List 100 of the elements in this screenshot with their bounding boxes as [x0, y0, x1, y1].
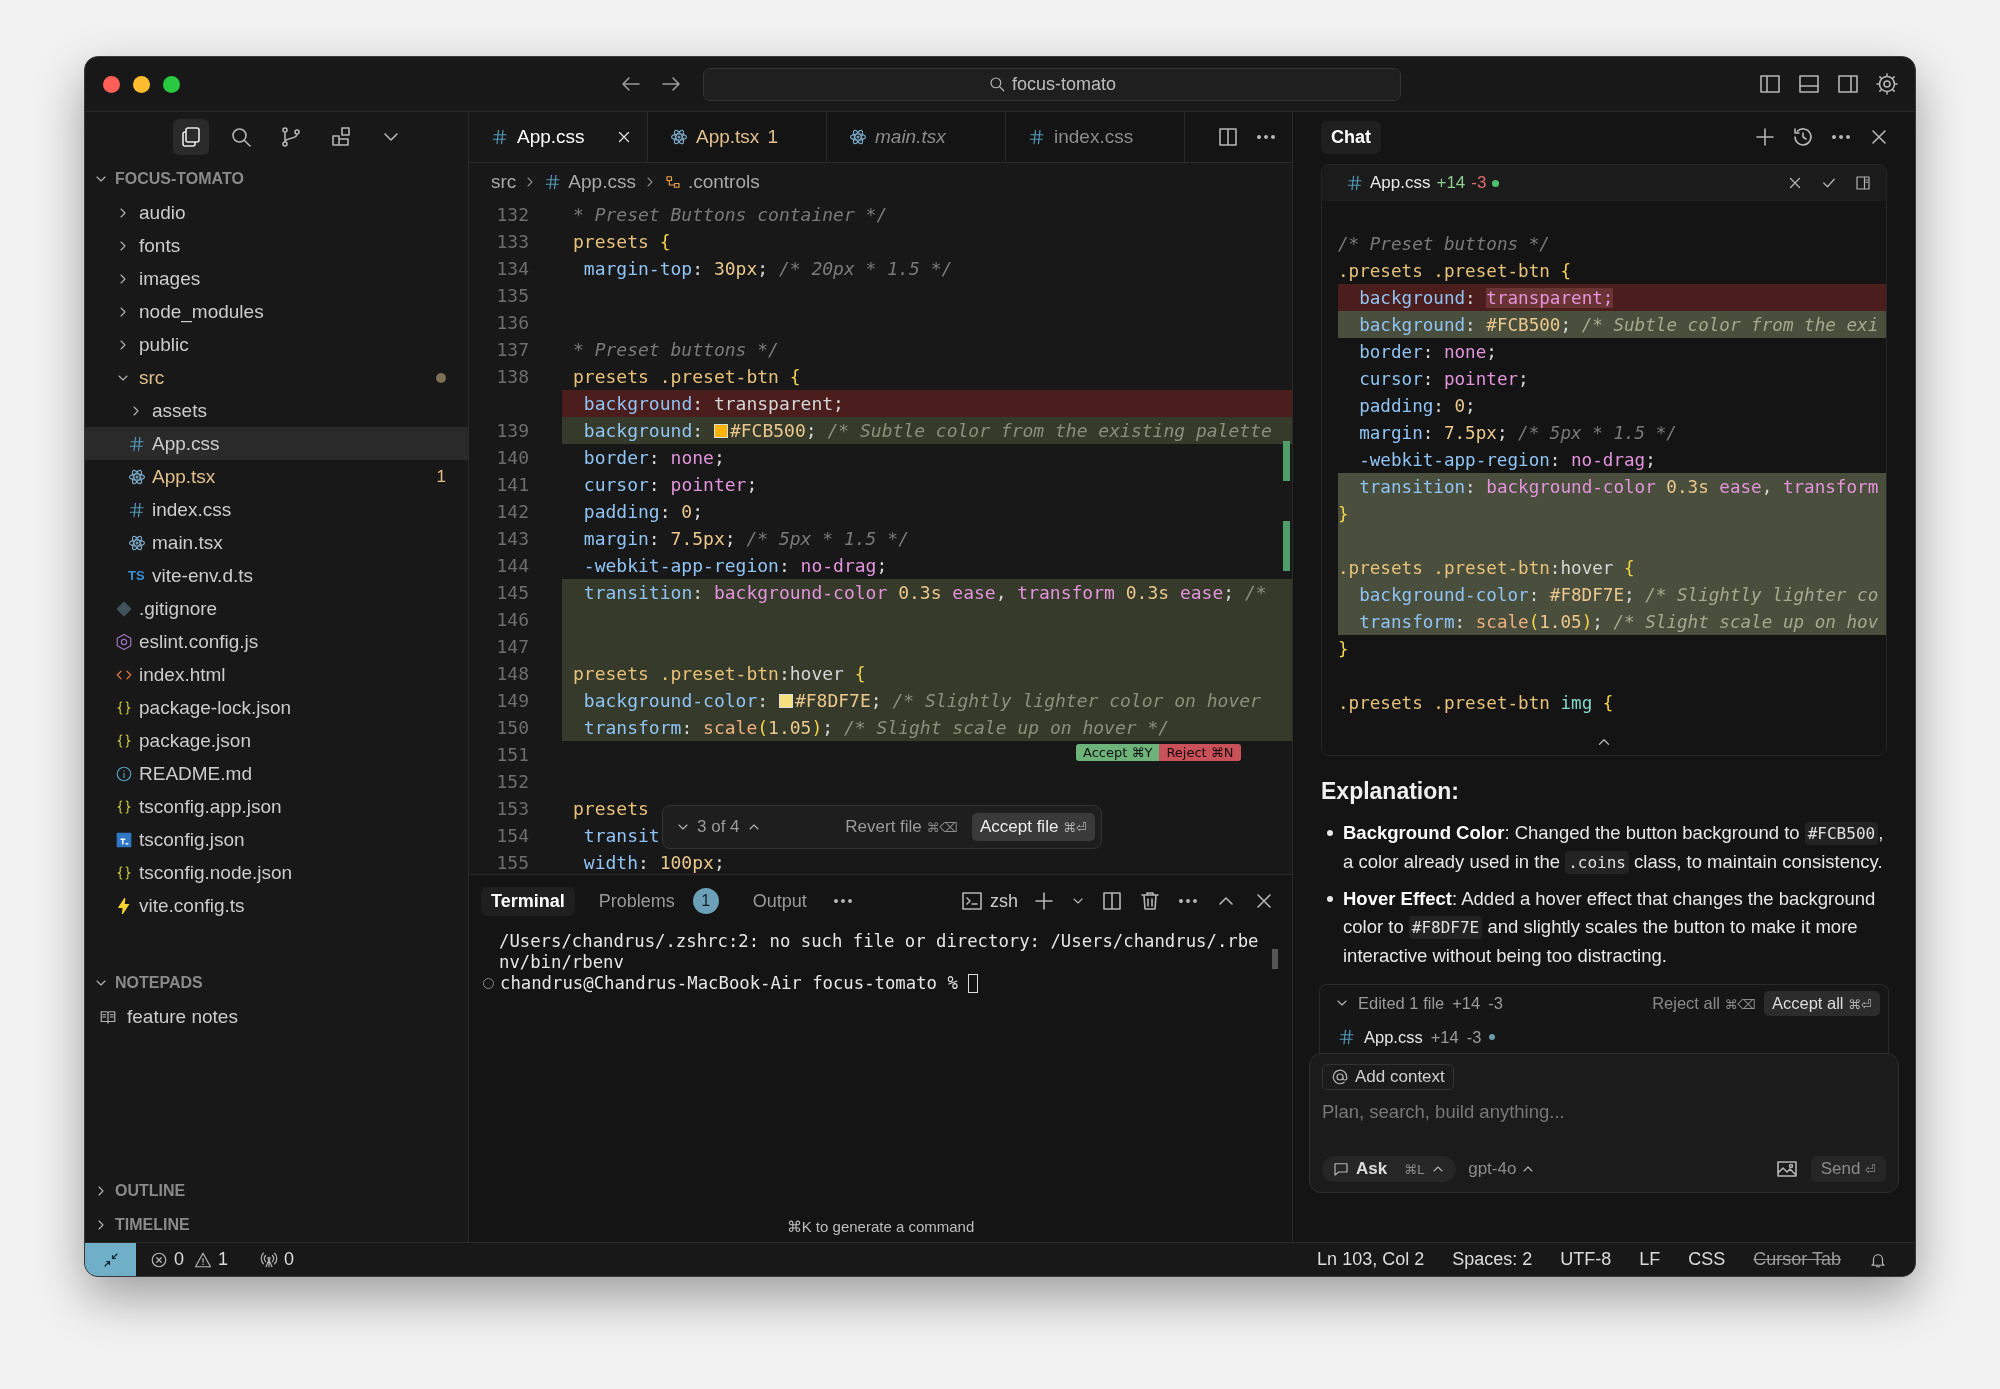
file-row[interactable]: App.tsx 1 — [85, 460, 468, 493]
settings-icon[interactable] — [1875, 72, 1899, 96]
error-count[interactable]: 0 — [174, 1249, 184, 1270]
file-row[interactable]: .gitignore — [85, 592, 468, 625]
panel-icon[interactable] — [1854, 174, 1872, 192]
section-title[interactable]: TIMELINE — [115, 1216, 190, 1234]
file-row[interactable]: README.md — [85, 757, 468, 790]
file-name: App.css — [152, 432, 220, 455]
section-title[interactable]: FOCUS-TOMATO — [115, 170, 244, 188]
chat-input[interactable]: Plan, search, build anything... — [1322, 1096, 1886, 1128]
file-row[interactable]: public — [85, 328, 468, 361]
file-row[interactable]: audio — [85, 196, 468, 229]
chat-bubble-icon — [1332, 1160, 1350, 1178]
antenna-icon[interactable] — [260, 1250, 279, 1269]
file-row[interactable]: vite.config.ts — [85, 889, 468, 922]
line-number: 141 — [496, 474, 529, 495]
activity-bar-button[interactable] — [173, 119, 209, 155]
file-row[interactable]: node_modules — [85, 295, 468, 328]
notepad-item[interactable]: feature notes — [85, 1000, 468, 1033]
file-row[interactable]: eslint.config.js — [85, 625, 468, 658]
line-number: 134 — [496, 258, 529, 279]
scrollbar-thumb[interactable] — [1272, 949, 1278, 969]
editor-tab[interactable]: index.css — [1006, 112, 1185, 162]
file-row[interactable]: src — [85, 361, 468, 394]
line-number: 147 — [496, 636, 529, 657]
plus-icon[interactable] — [1753, 125, 1777, 149]
file-name: tsconfig.json — [139, 828, 245, 851]
status-item[interactable]: UTF-8 — [1560, 1249, 1612, 1270]
panel-tab[interactable]: Output — [742, 886, 817, 916]
line-number: 151 — [496, 744, 529, 765]
split-editor-icon[interactable] — [1216, 125, 1240, 149]
file-name: fonts — [139, 234, 181, 257]
editor-tab[interactable]: main.tsx — [827, 112, 1006, 162]
maximize-window-button[interactable] — [163, 75, 180, 93]
history-icon[interactable] — [1791, 125, 1815, 149]
trash-icon[interactable] — [1138, 889, 1162, 913]
file-row[interactable]: fonts — [85, 229, 468, 262]
warning-icon[interactable] — [194, 1250, 212, 1269]
status-item[interactable]: Ln 103, Col 2 — [1317, 1249, 1425, 1270]
file-row[interactable]: index.html — [85, 658, 468, 691]
file-row[interactable]: index.css — [85, 493, 468, 526]
warning-count[interactable]: 1 — [218, 1249, 229, 1270]
file-row[interactable]: main.tsx — [85, 526, 468, 559]
file-row[interactable]: images — [85, 262, 468, 295]
shell-name[interactable]: zsh — [990, 890, 1018, 912]
hash-icon — [1346, 174, 1364, 192]
ts-glyph: TS — [128, 568, 146, 583]
split-terminal-icon[interactable] — [1100, 889, 1124, 913]
revert-file-button[interactable]: Revert file ⌘⌫ — [845, 817, 958, 837]
bottom-panel-toggle-icon[interactable] — [1797, 72, 1821, 96]
editor-tab[interactable]: App.css — [469, 112, 648, 162]
left-panel-toggle-icon[interactable] — [1758, 72, 1782, 96]
added-count: +14 — [1436, 173, 1466, 193]
code-text: padding: 0; — [1358, 394, 1477, 418]
file-name[interactable]: App.css — [1364, 1027, 1423, 1047]
close-window-button[interactable] — [103, 75, 120, 93]
file-row[interactable]: package-lock.json — [85, 691, 468, 724]
code-text: presets .preset-btn { — [573, 366, 801, 387]
section-title[interactable]: NOTEPADS — [115, 974, 203, 992]
plus-icon[interactable] — [1032, 889, 1056, 913]
file-row[interactable]: TS vite-env.d.ts — [85, 559, 468, 592]
removed-count: -3 — [1466, 1027, 1482, 1047]
code-text: background: #FCB500; /* Subtle color from the exi — [1358, 313, 1880, 337]
file-row[interactable]: tsconfig.app.json — [85, 790, 468, 823]
port-count[interactable]: 0 — [284, 1249, 295, 1270]
minimize-window-button[interactable] — [133, 75, 150, 93]
model-selector[interactable]: gpt-4o — [1468, 1159, 1537, 1179]
code-text: } — [1338, 502, 1350, 526]
command-search-field[interactable]: focus-tomato — [703, 67, 1401, 101]
file-row[interactable]: tsconfig.node.json — [85, 856, 468, 889]
status-item[interactable]: CSS — [1688, 1249, 1726, 1270]
reject-change-button[interactable]: Reject ⌘N — [1159, 744, 1241, 761]
add-context-button[interactable]: Add context — [1322, 1064, 1454, 1090]
error-icon[interactable] — [150, 1250, 168, 1269]
selected-file-row[interactable]: App.css — [85, 427, 468, 460]
search-icon — [987, 75, 1006, 93]
code-text: #F8DF7E; /* Slightly lighter color on hover — [794, 690, 1261, 711]
panel-tab[interactable]: Terminal — [481, 886, 575, 916]
breadcrumb-item[interactable]: App.css — [568, 171, 636, 193]
accept-all-button[interactable]: Accept all ⌘⏎ — [1763, 990, 1880, 1016]
right-panel-toggle-icon[interactable] — [1836, 72, 1860, 96]
file-name: src — [139, 366, 165, 389]
accept-file-button[interactable]: Accept file ⌘⏎ — [971, 813, 1095, 841]
file-row[interactable]: tsconfig.json — [85, 823, 468, 856]
file-row[interactable]: package.json — [85, 724, 468, 757]
send-button[interactable]: Send ⏎ — [1810, 1156, 1886, 1182]
breadcrumb-item[interactable]: src — [491, 171, 517, 193]
status-item[interactable]: LF — [1639, 1249, 1661, 1270]
status-item[interactable]: Spaces: 2 — [1452, 1249, 1533, 1270]
reject-all-button[interactable]: Reject all ⌘⌫ — [1652, 993, 1756, 1013]
breadcrumb-item[interactable]: .controls — [687, 171, 760, 193]
code-text: margin-top: 30px; /* 20px * 1.5 */ — [583, 258, 953, 279]
section-title[interactable]: OUTLINE — [115, 1182, 186, 1200]
chat-tab[interactable]: Chat — [1321, 120, 1381, 154]
file-row[interactable]: assets — [85, 394, 468, 427]
editor-tab[interactable]: App.tsx 1 — [648, 112, 827, 162]
panel-tab[interactable]: Problems — [588, 886, 685, 916]
line-number: 136 — [496, 312, 529, 333]
accept-change-button[interactable]: Accept ⌘Y — [1076, 744, 1160, 761]
mode-selector[interactable]: Ask ⌘L — [1322, 1156, 1457, 1182]
